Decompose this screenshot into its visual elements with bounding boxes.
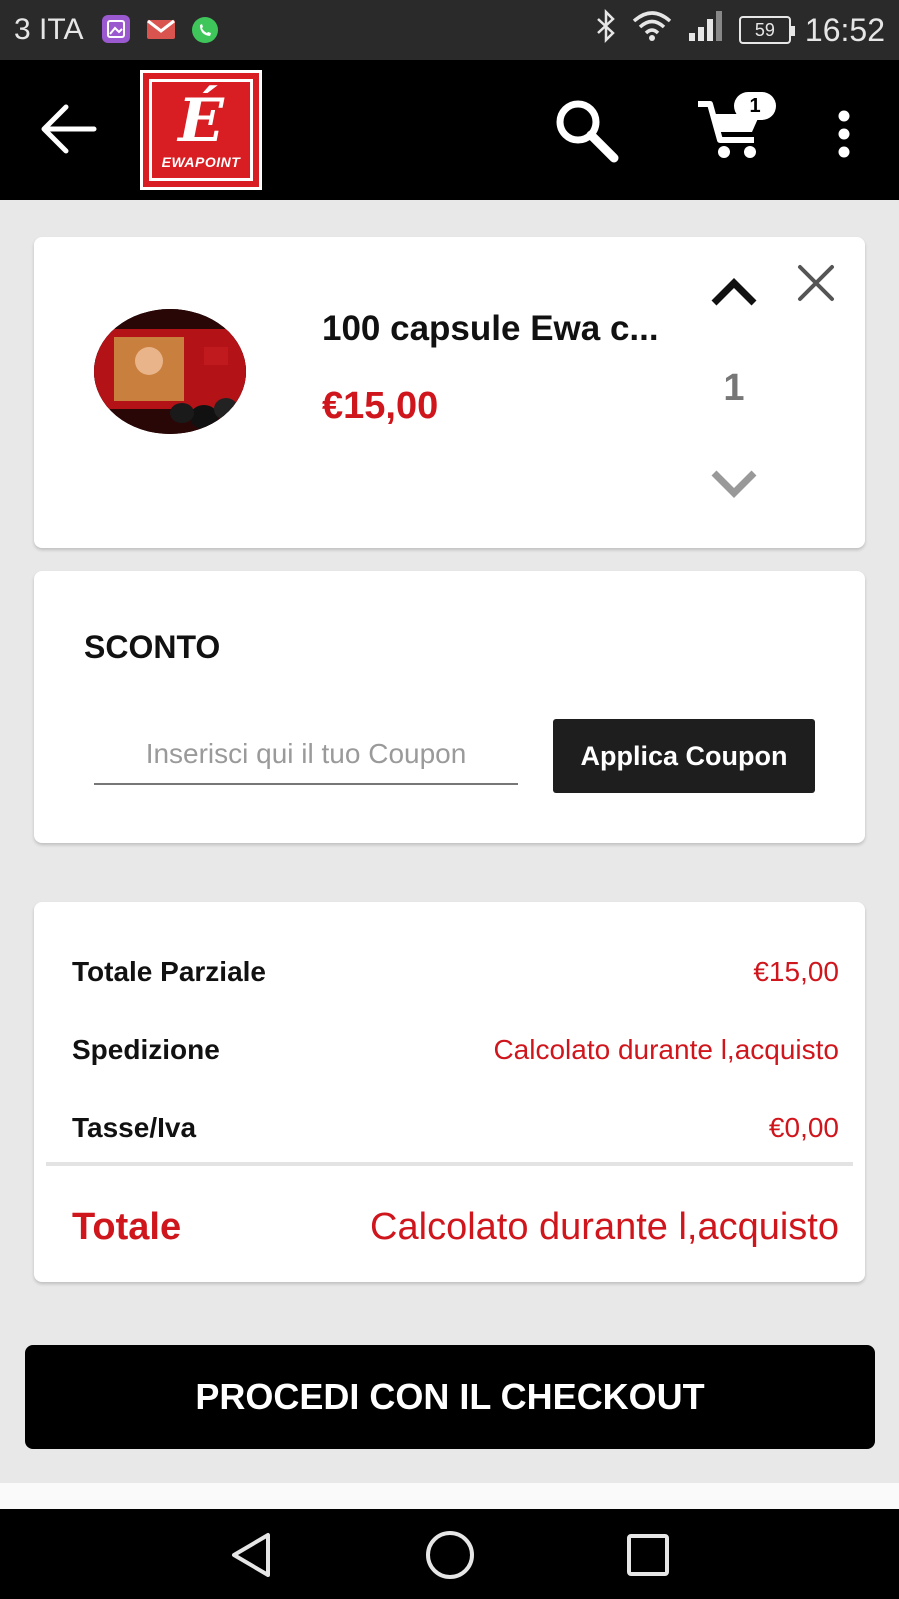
quantity-value: 1 xyxy=(723,367,745,409)
cart-item-card: 100 capsule Ewa c... €15,00 1 xyxy=(34,237,865,548)
back-arrow-icon xyxy=(41,104,97,154)
total-row: Totale Calcolato durante l,acquisto xyxy=(72,1206,839,1249)
signal-icon xyxy=(687,9,725,51)
nav-home-button[interactable] xyxy=(422,1527,478,1583)
gmail-notification-icon xyxy=(146,15,175,43)
nav-back-icon xyxy=(232,1533,270,1577)
nav-recents-button[interactable] xyxy=(620,1527,676,1583)
bottom-strip xyxy=(0,1483,899,1509)
apply-coupon-button[interactable]: Applica Coupon xyxy=(553,719,815,793)
carrier-label: 3 ITA xyxy=(14,13,84,46)
shipping-row: Spedizione Calcolato durante l,acquisto xyxy=(72,1034,839,1066)
subtotal-row: Totale Parziale €15,00 xyxy=(72,956,839,988)
coupon-title: SCONTO xyxy=(84,629,221,665)
total-label: Totale xyxy=(72,1206,182,1248)
search-icon xyxy=(556,100,619,163)
remove-item-button[interactable] xyxy=(794,261,838,305)
coupon-input[interactable] xyxy=(94,725,518,785)
status-icons: 59 16:52 xyxy=(595,8,885,51)
gallery-notification-icon xyxy=(102,15,130,43)
nav-recents-icon xyxy=(627,1534,669,1576)
wifi-icon xyxy=(631,9,673,51)
coupon-card: SCONTO Applica Coupon xyxy=(34,571,865,843)
more-vert-icon xyxy=(838,110,850,158)
subtotal-label: Totale Parziale xyxy=(72,956,267,987)
tax-value: €0,00 xyxy=(768,1112,839,1143)
logo-text: EWAPOINT xyxy=(161,154,241,170)
chevron-up-icon xyxy=(711,278,757,306)
product-price: €15,00 xyxy=(322,385,439,427)
more-options-button[interactable] xyxy=(826,104,862,164)
status-bar: 3 ITA 59 16:52 xyxy=(0,0,899,60)
battery-icon: 59 xyxy=(738,16,795,44)
summary-divider xyxy=(46,1162,853,1166)
total-value: Calcolato durante l,acquisto xyxy=(370,1206,839,1248)
checkout-button[interactable]: PROCEDI CON IL CHECKOUT xyxy=(25,1345,875,1449)
bluetooth-icon xyxy=(595,8,617,51)
shipping-label: Spedizione xyxy=(72,1034,220,1065)
shipping-value: Calcolato durante l,acquisto xyxy=(493,1034,839,1065)
tax-label: Tasse/Iva xyxy=(72,1112,197,1143)
nav-back-button[interactable] xyxy=(224,1527,280,1583)
order-summary-card: Totale Parziale €15,00 Spedizione Calcol… xyxy=(34,902,865,1282)
product-name[interactable]: 100 capsule Ewa c... xyxy=(322,309,659,349)
chevron-down-icon xyxy=(711,470,757,498)
product-image[interactable] xyxy=(94,309,246,434)
app-bar: É EWAPOINT 1 xyxy=(0,60,899,200)
tax-row: Tasse/Iva €0,00 xyxy=(72,1112,839,1144)
cart-button[interactable]: 1 xyxy=(694,90,776,170)
cart-count-badge: 1 xyxy=(734,92,776,120)
close-icon xyxy=(798,265,834,301)
navigation-bar xyxy=(0,1509,899,1599)
whatsapp-notification-icon xyxy=(190,15,218,43)
clock: 16:52 xyxy=(804,11,885,48)
quantity-decrease-button[interactable] xyxy=(706,459,762,509)
back-button[interactable] xyxy=(36,96,102,162)
nav-home-icon xyxy=(426,1531,474,1579)
quantity-increase-button[interactable] xyxy=(706,267,762,317)
ewapoint-logo[interactable]: É EWAPOINT xyxy=(140,70,262,190)
subtotal-value: €15,00 xyxy=(753,956,839,987)
search-button[interactable] xyxy=(552,96,622,166)
logo-letter: É xyxy=(178,86,224,156)
